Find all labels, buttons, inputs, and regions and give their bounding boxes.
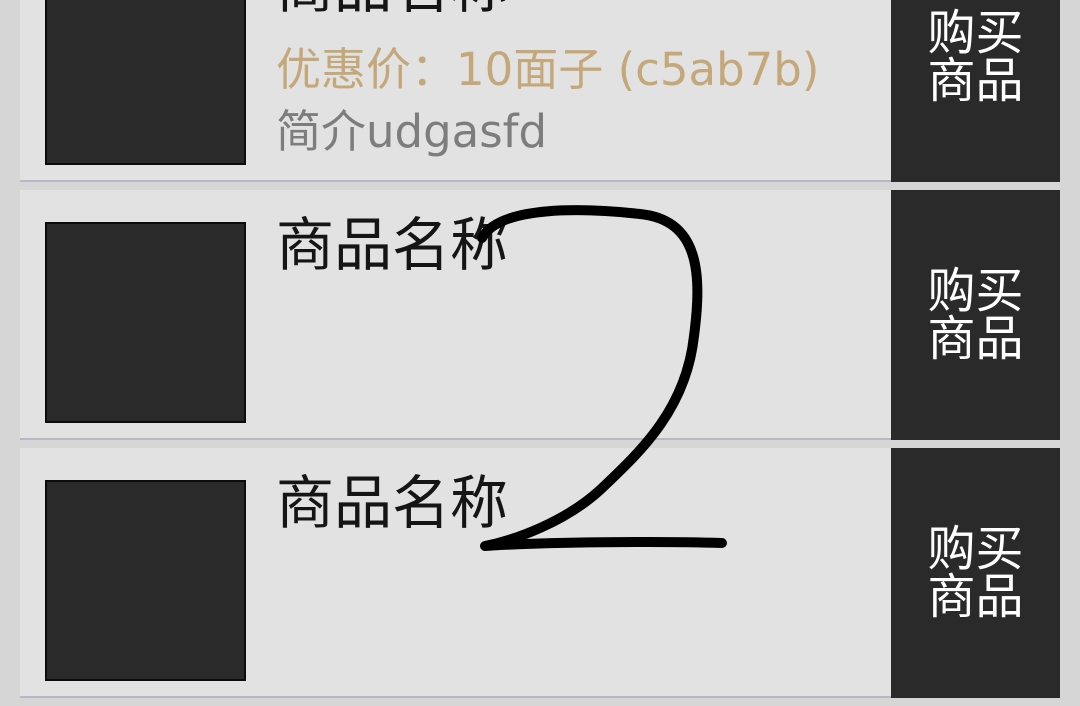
buy-button-label: 购买商品 — [927, 263, 1024, 367]
product-row: 商品名称 优惠价：10面子 (c5ab7b) 简介udgasfd 购买商品 — [20, 0, 1060, 182]
product-card[interactable]: 商品名称 优惠价：10面子 (c5ab7b) 简介udgasfd — [20, 0, 891, 182]
product-description: 简介udgasfd — [276, 105, 548, 158]
product-title: 商品名称 — [276, 469, 509, 537]
product-list: 商品名称 优惠价：10面子 (c5ab7b) 简介udgasfd 购买商品 商品… — [20, 0, 1060, 706]
product-card[interactable]: 商品名称 — [20, 448, 891, 698]
product-image — [45, 222, 246, 423]
buy-button-label: 购买商品 — [927, 5, 1024, 109]
product-image — [45, 480, 246, 681]
product-row: 商品名称 购买商品 — [20, 190, 1060, 440]
product-price: 优惠价：10面子 (c5ab7b) — [276, 43, 820, 96]
buy-button[interactable]: 购买商品 — [891, 190, 1060, 440]
product-card[interactable]: 商品名称 — [20, 190, 891, 440]
buy-button[interactable]: 购买商品 — [891, 448, 1060, 698]
buy-button[interactable]: 购买商品 — [891, 0, 1060, 182]
product-row: 商品名称 购买商品 — [20, 448, 1060, 698]
buy-button-label: 购买商品 — [927, 521, 1024, 625]
product-title: 商品名称 — [276, 211, 509, 279]
product-image — [45, 0, 246, 165]
product-title: 商品名称 — [276, 0, 508, 20]
